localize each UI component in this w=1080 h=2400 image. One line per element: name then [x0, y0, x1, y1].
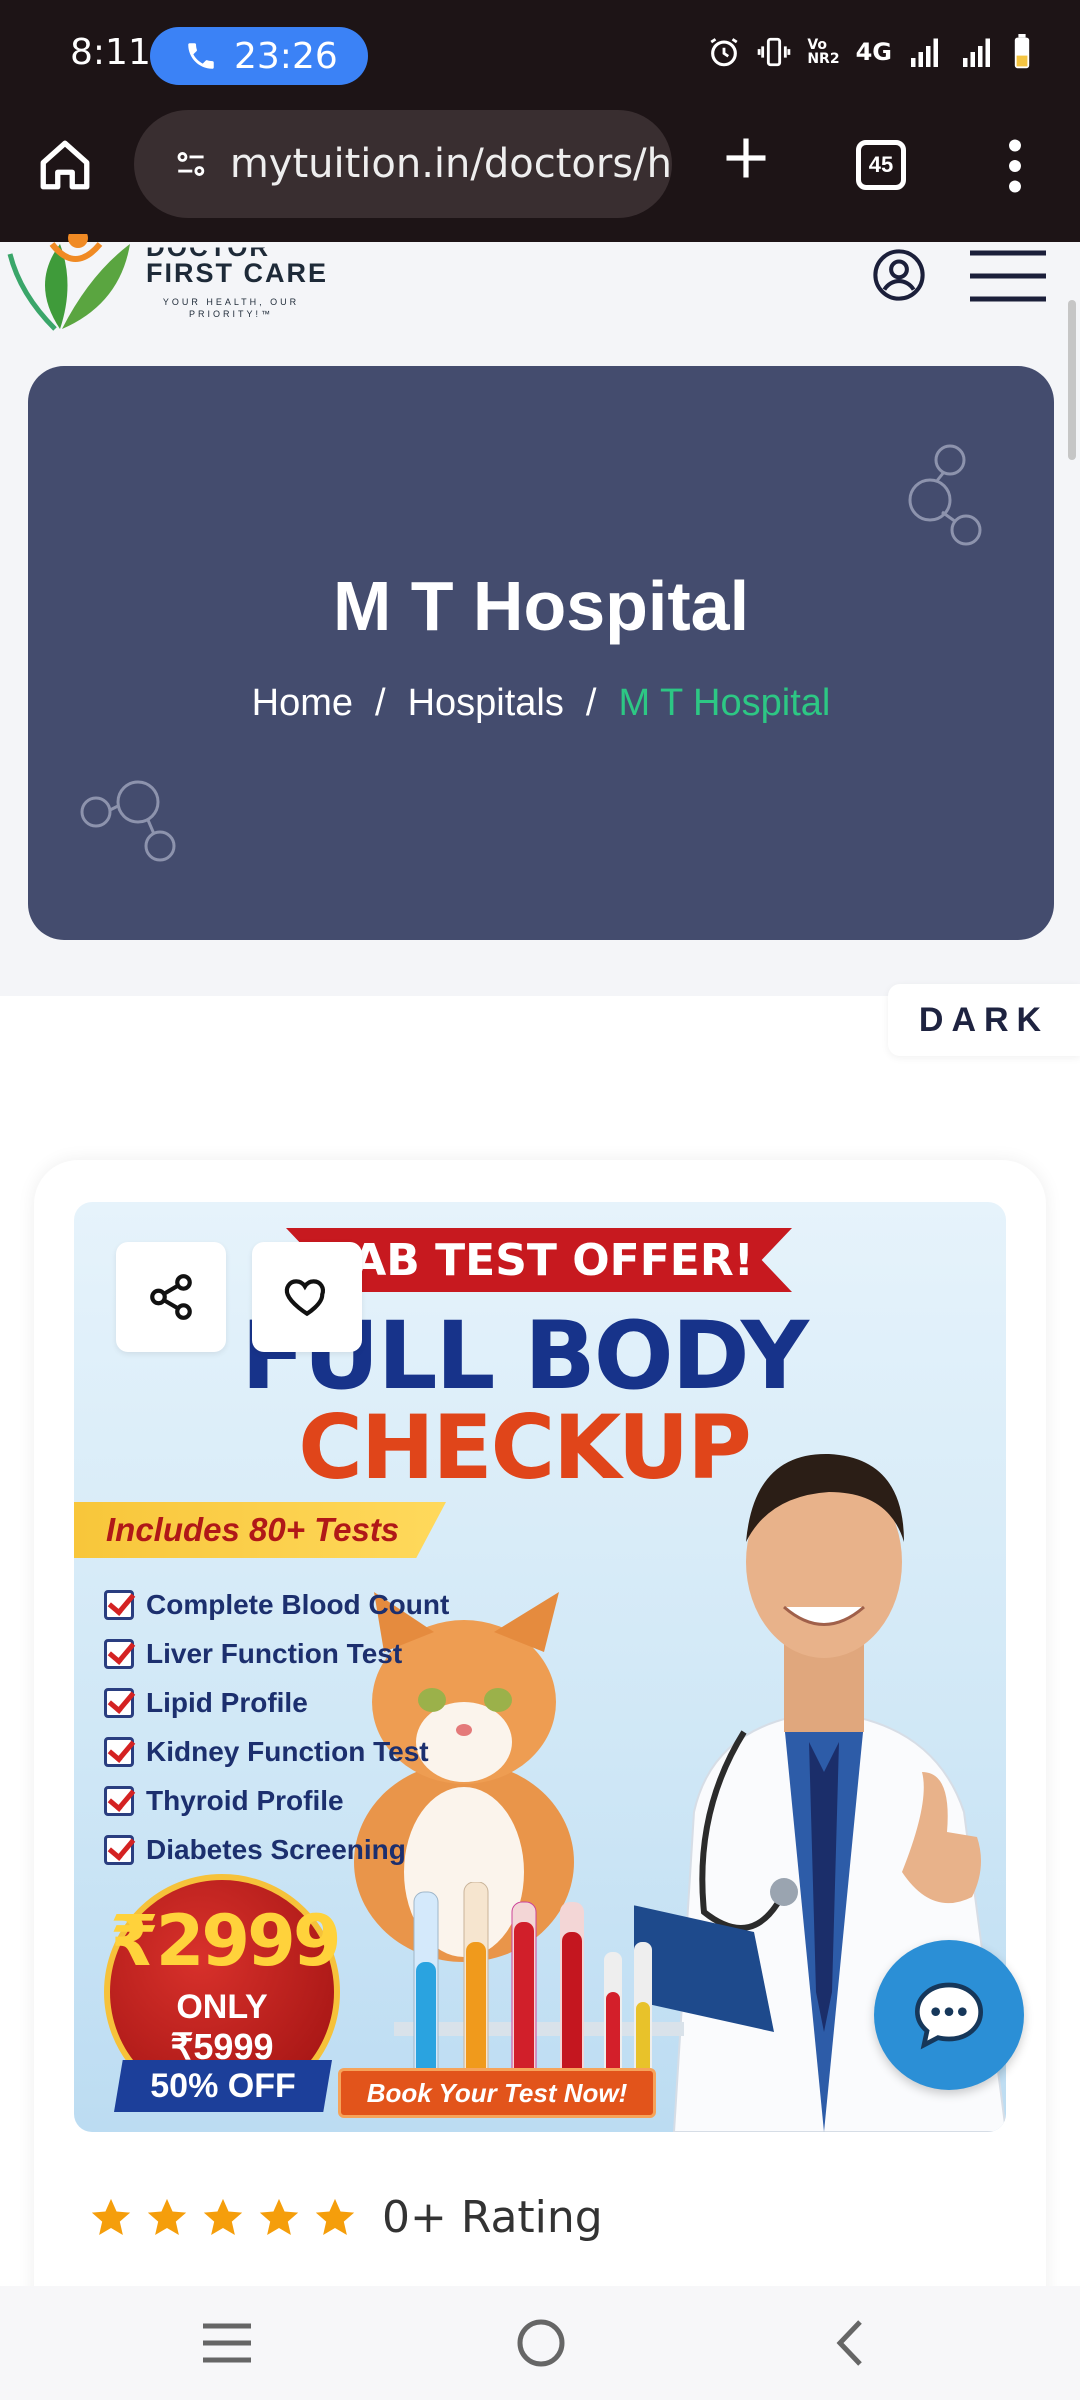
checkmark-icon — [104, 1834, 134, 1865]
breadcrumb-separator-2: / — [585, 682, 597, 724]
status-clock: 8:11 — [70, 32, 151, 73]
tab-switcher-button[interactable]: 45 — [856, 140, 906, 190]
breadcrumb-hospitals[interactable]: Hospitals — [408, 682, 564, 724]
logo-text-name: FIRST CARE — [146, 258, 328, 288]
dark-mode-toggle[interactable]: DARK — [888, 984, 1080, 1056]
test-name: Liver Function Test — [146, 1637, 403, 1669]
test-name: Complete Blood Count — [146, 1588, 450, 1620]
phone-icon — [188, 43, 214, 69]
url-text: mytuition.in/doctors/h — [229, 141, 672, 187]
star-icon — [259, 2198, 299, 2235]
signal-icon — [911, 38, 938, 67]
test-name: Diabetes Screening — [146, 1833, 406, 1865]
page-scrollbar[interactable] — [1068, 300, 1076, 460]
discount-badge: 50% OFF — [114, 2060, 332, 2112]
share-button[interactable] — [116, 1242, 226, 1352]
list-item: Liver Function Test — [104, 1629, 449, 1678]
hamburger-menu-icon[interactable] — [968, 250, 1048, 302]
volte-indicator: Vo NR2 — [807, 37, 840, 67]
book-test-cta: Book Your Test Now! — [338, 2068, 656, 2118]
vibrate-icon — [758, 37, 791, 67]
status-icons: Vo NR2 4G — [707, 34, 1032, 70]
page-hero-banner: M T Hospital Home / Hospitals / M T Hospital — [28, 366, 1054, 940]
chat-bubble-icon — [914, 1982, 984, 2050]
logo-tagline: YOUR HEALTH, OUR PRIORITY!™ — [162, 297, 300, 319]
test-name: Lipid Profile — [146, 1686, 308, 1718]
checkmark-icon — [104, 1638, 134, 1669]
breadcrumb-home[interactable]: Home — [252, 682, 353, 724]
home-circle-icon[interactable] — [514, 2316, 568, 2370]
test-name: Kidney Function Test — [146, 1735, 429, 1767]
ongoing-call-pill[interactable]: 23:26 — [150, 27, 368, 85]
address-bar[interactable]: mytuition.in/doctors/h — [134, 110, 672, 218]
molecule-decoration-icon-2 — [80, 780, 176, 862]
star-icon — [203, 2198, 243, 2235]
molecule-decoration-icon — [908, 444, 982, 546]
list-item: Complete Blood Count — [104, 1580, 449, 1629]
chat-button[interactable] — [874, 1940, 1024, 2090]
recent-apps-icon[interactable] — [200, 2318, 254, 2368]
breadcrumb-separator: / — [375, 682, 386, 724]
test-name: Thyroid Profile — [146, 1784, 344, 1816]
breadcrumb-current: M T Hospital — [618, 682, 831, 724]
network-type: 4G — [855, 38, 892, 66]
home-icon[interactable] — [36, 136, 94, 194]
list-item: Kidney Function Test — [104, 1727, 449, 1776]
browser-toolbar: mytuition.in/doctors/h 45 — [0, 110, 1080, 242]
list-item: Lipid Profile — [104, 1678, 449, 1727]
alarm-icon — [710, 38, 738, 67]
star-icon — [147, 2198, 187, 2235]
rating-text: 0+ Rating — [382, 2192, 603, 2243]
user-account-icon[interactable] — [872, 248, 926, 302]
battery-icon — [1014, 34, 1030, 69]
heart-icon — [284, 1279, 325, 1317]
new-tab-icon[interactable] — [720, 132, 772, 184]
star-icon — [91, 2198, 131, 2235]
call-timer: 23:26 — [234, 35, 338, 77]
system-navigation-bar — [0, 2286, 1080, 2400]
overflow-menu-icon[interactable] — [1000, 138, 1030, 194]
checkmark-icon — [104, 1589, 134, 1620]
price-only-label: ONLY — [176, 1988, 268, 2026]
logo-mark[interactable] — [0, 234, 140, 334]
page-title: M T Hospital — [332, 567, 750, 645]
offer-price: ₹2999 — [110, 1900, 342, 1982]
test-list: Complete Blood Count Liver Function Test… — [104, 1580, 449, 1874]
banner-subheadline: CHECKUP — [298, 1396, 752, 1499]
status-bar: 8:11 23:26 Vo NR2 4G — [0, 0, 1080, 110]
list-item: Thyroid Profile — [104, 1776, 449, 1825]
list-item: Diabetes Screening — [104, 1825, 449, 1874]
signal-icon-2 — [963, 38, 990, 67]
favorite-button[interactable] — [252, 1242, 362, 1352]
breadcrumb: Home / Hospitals / M T Hospital — [28, 682, 1054, 725]
back-icon[interactable] — [830, 2316, 870, 2370]
checkmark-icon — [104, 1736, 134, 1767]
site-settings-icon[interactable] — [174, 144, 208, 184]
share-icon — [150, 1274, 192, 1320]
checkmark-icon — [104, 1687, 134, 1718]
star-icon — [315, 2198, 355, 2235]
includes-tests-label: Includes 80+ Tests — [74, 1502, 446, 1558]
rating-row: 0+ Rating — [88, 2192, 603, 2243]
checkmark-icon — [104, 1785, 134, 1816]
